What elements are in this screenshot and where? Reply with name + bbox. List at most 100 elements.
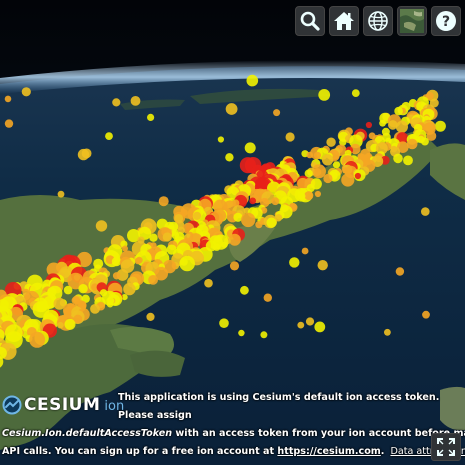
- navigation-help-button[interactable]: ?: [431, 6, 461, 36]
- earthquake-point[interactable]: [321, 154, 334, 166]
- earthquake-point[interactable]: [379, 119, 386, 127]
- earthquake-point[interactable]: [77, 148, 90, 161]
- earthquake-point[interactable]: [332, 161, 341, 169]
- earthquake-point[interactable]: [260, 331, 268, 339]
- earthquake-point[interactable]: [149, 233, 158, 242]
- earthquake-point[interactable]: [271, 197, 280, 206]
- far-island: [440, 386, 465, 431]
- earthquake-point[interactable]: [244, 142, 256, 154]
- earthquake-point[interactable]: [354, 172, 361, 180]
- earthquake-point[interactable]: [225, 103, 238, 115]
- earthquake-point[interactable]: [297, 321, 305, 329]
- earthquake-point[interactable]: [229, 261, 240, 271]
- earthquake-point[interactable]: [57, 190, 65, 198]
- geocoder-search-button[interactable]: [295, 6, 325, 36]
- earthquake-point[interactable]: [105, 132, 113, 141]
- svg-text:?: ?: [442, 14, 450, 30]
- cesium-viewer[interactable]: ? CESIUM ion This application is using C…: [0, 0, 465, 465]
- earthquake-point[interactable]: [273, 109, 281, 117]
- earthquake-point[interactable]: [305, 317, 315, 326]
- earthquake-point[interactable]: [422, 310, 430, 319]
- earthquake-point[interactable]: [213, 243, 221, 251]
- earthquake-point[interactable]: [130, 96, 141, 106]
- earthquake-point[interactable]: [298, 192, 306, 200]
- earthquake-point[interactable]: [263, 293, 272, 302]
- earthquake-point[interactable]: [306, 151, 314, 159]
- earthquake-point[interactable]: [162, 232, 172, 242]
- earthquake-point[interactable]: [285, 132, 295, 142]
- imagery-thumbnail-icon: [400, 9, 424, 33]
- earthquake-point[interactable]: [341, 173, 355, 187]
- earthquake-point[interactable]: [90, 304, 100, 314]
- earthquake-point[interactable]: [64, 318, 76, 330]
- earthquake-point[interactable]: [148, 275, 159, 285]
- earthquake-point[interactable]: [112, 98, 121, 107]
- fullscreen-button[interactable]: [431, 433, 461, 461]
- scene-mode-button[interactable]: [363, 6, 393, 36]
- earthquake-point[interactable]: [95, 220, 108, 232]
- earthquake-point[interactable]: [323, 173, 333, 184]
- earthquake-point[interactable]: [255, 221, 263, 229]
- earthquake-point[interactable]: [351, 89, 360, 97]
- earthquake-point[interactable]: [249, 197, 257, 205]
- earthquake-point[interactable]: [246, 74, 259, 87]
- earthquake-point[interactable]: [29, 331, 46, 348]
- earthquake-point[interactable]: [403, 155, 413, 166]
- earthquake-point[interactable]: [63, 285, 73, 295]
- earthquake-point[interactable]: [395, 120, 408, 133]
- earthquake-point[interactable]: [146, 312, 155, 321]
- earthquake-point[interactable]: [240, 285, 249, 295]
- earthquake-point[interactable]: [111, 256, 122, 267]
- earthquake-point[interactable]: [421, 207, 430, 216]
- cesium-signup-link[interactable]: https://cesium.com: [277, 446, 380, 457]
- earthquake-point[interactable]: [304, 191, 314, 201]
- access-token-code: Cesium.Ion.defaultAccessToken: [2, 428, 173, 439]
- earthquake-point[interactable]: [420, 137, 429, 146]
- earthquake-point[interactable]: [318, 89, 331, 101]
- earthquake-point[interactable]: [225, 153, 234, 162]
- earthquake-point[interactable]: [365, 121, 372, 129]
- token-message-line3-end: .: [380, 446, 385, 457]
- earthquake-point[interactable]: [393, 153, 403, 164]
- cesium-toolbar: ?: [295, 6, 461, 36]
- earthquake-point[interactable]: [192, 211, 202, 220]
- base-layer-picker-button[interactable]: [397, 6, 427, 36]
- earthquake-point[interactable]: [317, 260, 328, 271]
- earthquake-point[interactable]: [314, 190, 321, 198]
- earthquake-point[interactable]: [313, 168, 322, 177]
- earthquake-point[interactable]: [4, 119, 14, 128]
- earthquake-point[interactable]: [147, 113, 155, 121]
- earthquake-point[interactable]: [21, 87, 31, 97]
- earthquake-point[interactable]: [394, 106, 403, 116]
- earthquake-point[interactable]: [266, 217, 277, 228]
- earthquake-point[interactable]: [289, 257, 300, 268]
- earthquake-point[interactable]: [228, 233, 241, 246]
- question-mark-icon: ?: [436, 11, 456, 31]
- earthquake-point[interactable]: [204, 278, 213, 288]
- earthquake-point[interactable]: [78, 284, 88, 294]
- earthquake-point[interactable]: [57, 321, 64, 329]
- earthquake-point[interactable]: [123, 282, 136, 296]
- earthquake-point[interactable]: [158, 196, 169, 207]
- search-icon: [300, 11, 320, 31]
- earthquake-point[interactable]: [4, 95, 12, 103]
- earthquake-point[interactable]: [395, 267, 405, 276]
- earthquake-point[interactable]: [112, 272, 121, 280]
- earthquake-point[interactable]: [179, 255, 195, 272]
- earthquake-point[interactable]: [221, 241, 228, 248]
- token-message-line1: This application is using Cesium's defau…: [118, 392, 440, 421]
- earthquake-point[interactable]: [384, 328, 391, 336]
- home-button[interactable]: [329, 6, 359, 36]
- earthquake-point[interactable]: [434, 120, 446, 132]
- earthquake-point[interactable]: [301, 247, 309, 255]
- earthquake-point[interactable]: [313, 151, 321, 159]
- home-icon: [334, 12, 354, 30]
- earthquake-point[interactable]: [217, 136, 224, 143]
- earthquake-point[interactable]: [326, 137, 336, 147]
- earthquake-point[interactable]: [314, 321, 326, 333]
- earthquake-point[interactable]: [134, 257, 142, 265]
- earthquake-point[interactable]: [238, 329, 245, 337]
- earthquake-point[interactable]: [106, 300, 114, 308]
- earthquake-point[interactable]: [241, 212, 256, 228]
- earthquake-point[interactable]: [219, 318, 229, 329]
